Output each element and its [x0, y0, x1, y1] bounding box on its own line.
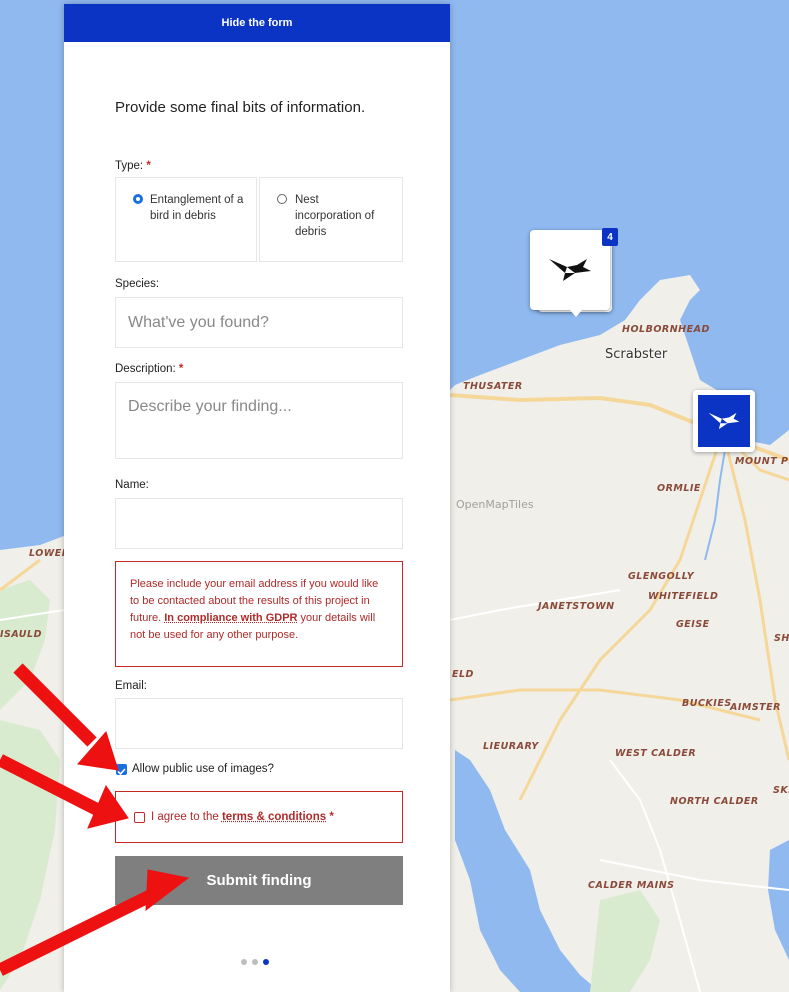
arrow-shaft	[0, 754, 101, 816]
arrow-head	[145, 869, 190, 912]
arrow-shaft	[0, 886, 161, 976]
arrow-shaft	[13, 663, 97, 747]
annotation-arrows	[0, 663, 190, 976]
